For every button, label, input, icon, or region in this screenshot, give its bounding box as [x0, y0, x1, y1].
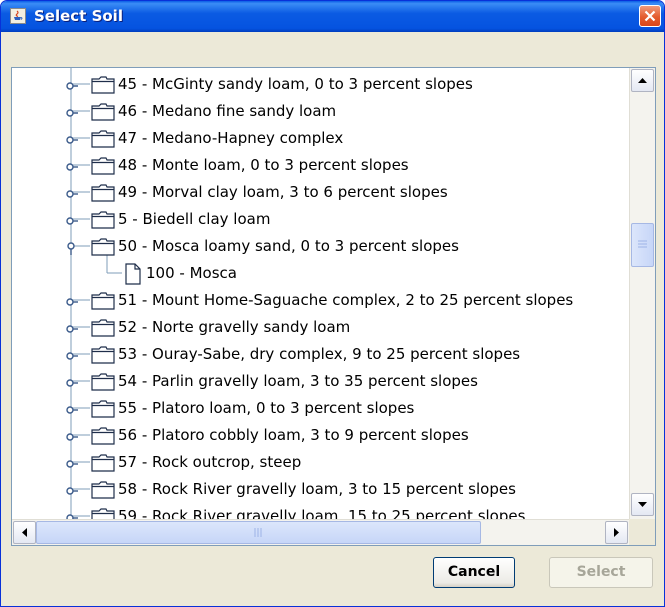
- tree-folder-item[interactable]: 55 - Platoro loam, 0 to 3 percent slopes: [12, 395, 629, 422]
- collapse-handle-icon[interactable]: [65, 241, 79, 255]
- tree-item-label: 54 - Parlin gravelly loam, 3 to 35 perce…: [118, 372, 478, 390]
- tree-item-label: 46 - Medano fine sandy loam: [118, 102, 337, 120]
- tree-item-label: 57 - Rock outcrop, steep: [118, 453, 302, 471]
- folder-icon: [91, 130, 115, 148]
- scrollbar-corner: [629, 519, 655, 545]
- tree-item-label: 47 - Medano-Hapney complex: [118, 129, 344, 147]
- arrow-up-icon: [638, 78, 647, 83]
- folder-icon: [91, 481, 115, 499]
- cancel-button[interactable]: Cancel: [433, 557, 515, 588]
- tree-folder-item[interactable]: 53 - Ouray-Sabe, dry complex, 9 to 25 pe…: [12, 341, 629, 368]
- tree-item-label: 52 - Norte gravelly sandy loam: [118, 318, 351, 336]
- close-button[interactable]: [639, 5, 661, 27]
- tree-folder-item[interactable]: 5 - Biedell clay loam: [12, 206, 629, 233]
- tree-folder-item[interactable]: 49 - Morval clay loam, 3 to 6 percent sl…: [12, 179, 629, 206]
- folder-icon: [91, 427, 115, 445]
- tree-item-label: 50 - Mosca loamy sand, 0 to 3 percent sl…: [118, 237, 459, 255]
- tree-folder-item[interactable]: 58 - Rock River gravelly loam, 3 to 15 p…: [12, 476, 629, 503]
- scroll-down-button[interactable]: [631, 493, 654, 516]
- folder-icon: [91, 184, 115, 202]
- tree-folder-item[interactable]: 45 - McGinty sandy loam, 0 to 3 percent …: [12, 71, 629, 98]
- tree-leaf-item[interactable]: 100 - Mosca: [12, 260, 629, 287]
- tree-folder-item[interactable]: 59 - Rock River gravelly loam, 15 to 25 …: [12, 503, 629, 519]
- folder-icon: [91, 76, 115, 94]
- folder-icon: [91, 157, 115, 175]
- folder-icon: [91, 238, 115, 256]
- title-bar[interactable]: Select Soil: [1, 1, 664, 32]
- expand-handle-icon[interactable]: [65, 79, 79, 91]
- vertical-scrollbar[interactable]: [629, 68, 655, 519]
- horizontal-scrollbar[interactable]: [12, 519, 629, 545]
- tree-folder-item[interactable]: 54 - Parlin gravelly loam, 3 to 35 perce…: [12, 368, 629, 395]
- expand-handle-icon[interactable]: [65, 322, 79, 334]
- expand-handle-icon[interactable]: [65, 106, 79, 118]
- folder-icon: [91, 103, 115, 121]
- tree-item-label: 55 - Platoro loam, 0 to 3 percent slopes: [118, 399, 415, 417]
- tree-item-label: 48 - Monte loam, 0 to 3 percent slopes: [118, 156, 409, 174]
- arrow-down-icon: [638, 502, 647, 507]
- close-icon: [644, 10, 656, 22]
- scroll-right-button[interactable]: [605, 521, 628, 544]
- select-button[interactable]: Select: [549, 557, 653, 588]
- grip-icon: [254, 528, 262, 537]
- expand-handle-icon[interactable]: [65, 403, 79, 415]
- folder-icon: [91, 508, 115, 519]
- tree-item-label: 49 - Morval clay loam, 3 to 6 percent sl…: [118, 183, 448, 201]
- tree-folder-item[interactable]: 46 - Medano fine sandy loam: [12, 98, 629, 125]
- tree-item-label: 53 - Ouray-Sabe, dry complex, 9 to 25 pe…: [118, 345, 521, 363]
- soil-tree-panel: 45 - McGinty sandy loam, 0 to 3 percent …: [11, 67, 656, 546]
- folder-icon: [91, 454, 115, 472]
- tree-folder-item[interactable]: 47 - Medano-Hapney complex: [12, 125, 629, 152]
- tree-item-label: 58 - Rock River gravelly loam, 3 to 15 p…: [118, 480, 516, 498]
- scroll-left-button[interactable]: [13, 521, 36, 544]
- tree-item-label: 45 - McGinty sandy loam, 0 to 3 percent …: [118, 75, 473, 93]
- document-icon: [124, 263, 142, 285]
- expand-handle-icon[interactable]: [65, 484, 79, 496]
- tree-folder-item[interactable]: 57 - Rock outcrop, steep: [12, 449, 629, 476]
- expand-handle-icon[interactable]: [65, 349, 79, 361]
- tree-folder-item[interactable]: 51 - Mount Home-Saguache complex, 2 to 2…: [12, 287, 629, 314]
- folder-icon: [91, 292, 115, 310]
- select-soil-dialog: Select Soil 45 - McGinty sandy loam, 0 t…: [0, 0, 665, 607]
- expand-handle-icon[interactable]: [65, 295, 79, 307]
- tree-item-label: 59 - Rock River gravelly loam, 15 to 25 …: [118, 507, 526, 519]
- tree-item-label: 56 - Platoro cobbly loam, 3 to 9 percent…: [118, 426, 469, 444]
- expand-handle-icon[interactable]: [65, 214, 79, 226]
- expand-handle-icon[interactable]: [65, 133, 79, 145]
- folder-icon: [91, 346, 115, 364]
- tree-folder-item[interactable]: 56 - Platoro cobbly loam, 3 to 9 percent…: [12, 422, 629, 449]
- folder-icon: [91, 400, 115, 418]
- scroll-up-button[interactable]: [631, 69, 654, 92]
- tree-item-label: 5 - Biedell clay loam: [118, 210, 271, 228]
- tree-folder-item[interactable]: 52 - Norte gravelly sandy loam: [12, 314, 629, 341]
- expand-handle-icon[interactable]: [65, 511, 79, 519]
- arrow-right-icon: [614, 528, 619, 537]
- java-cup-icon: [10, 8, 26, 24]
- grip-icon: [638, 240, 647, 248]
- tree-folder-item[interactable]: 48 - Monte loam, 0 to 3 percent slopes: [12, 152, 629, 179]
- expand-handle-icon[interactable]: [65, 457, 79, 469]
- tree-folder-item[interactable]: 50 - Mosca loamy sand, 0 to 3 percent sl…: [12, 233, 629, 260]
- window-title: Select Soil: [34, 7, 123, 25]
- expand-handle-icon[interactable]: [65, 160, 79, 172]
- tree-item-label: 51 - Mount Home-Saguache complex, 2 to 2…: [118, 291, 574, 309]
- tree-item-label: 100 - Mosca: [146, 264, 237, 282]
- vertical-scroll-thumb[interactable]: [631, 223, 654, 267]
- expand-handle-icon[interactable]: [65, 187, 79, 199]
- expand-handle-icon[interactable]: [65, 376, 79, 388]
- expand-handle-icon[interactable]: [65, 430, 79, 442]
- folder-icon: [91, 319, 115, 337]
- folder-icon: [91, 373, 115, 391]
- arrow-left-icon: [22, 528, 27, 537]
- folder-icon: [91, 211, 115, 229]
- soil-tree[interactable]: 45 - McGinty sandy loam, 0 to 3 percent …: [12, 68, 629, 519]
- horizontal-scroll-thumb[interactable]: [36, 521, 481, 544]
